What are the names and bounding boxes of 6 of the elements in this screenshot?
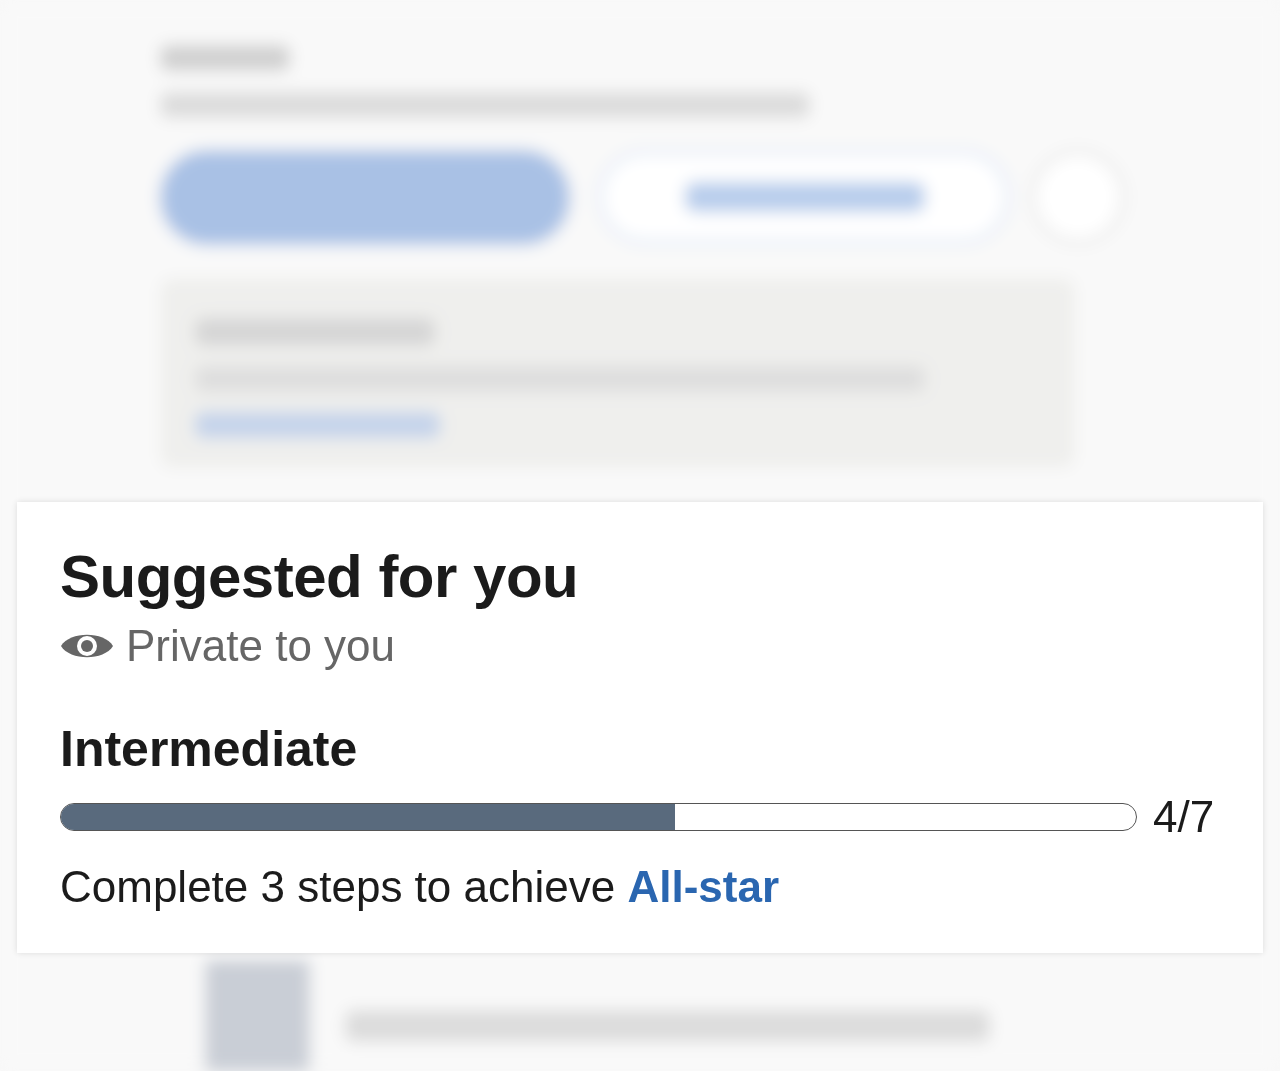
- level-heading: Intermediate: [60, 720, 359, 778]
- progress-count: 4/7: [1153, 792, 1215, 842]
- hint-text: Complete 3 steps to achieve All-star: [60, 861, 781, 913]
- all-star-link[interactable]: All-star: [627, 862, 780, 911]
- card-title: Suggested for you: [60, 542, 580, 612]
- visibility-label: Private to you: [126, 620, 396, 672]
